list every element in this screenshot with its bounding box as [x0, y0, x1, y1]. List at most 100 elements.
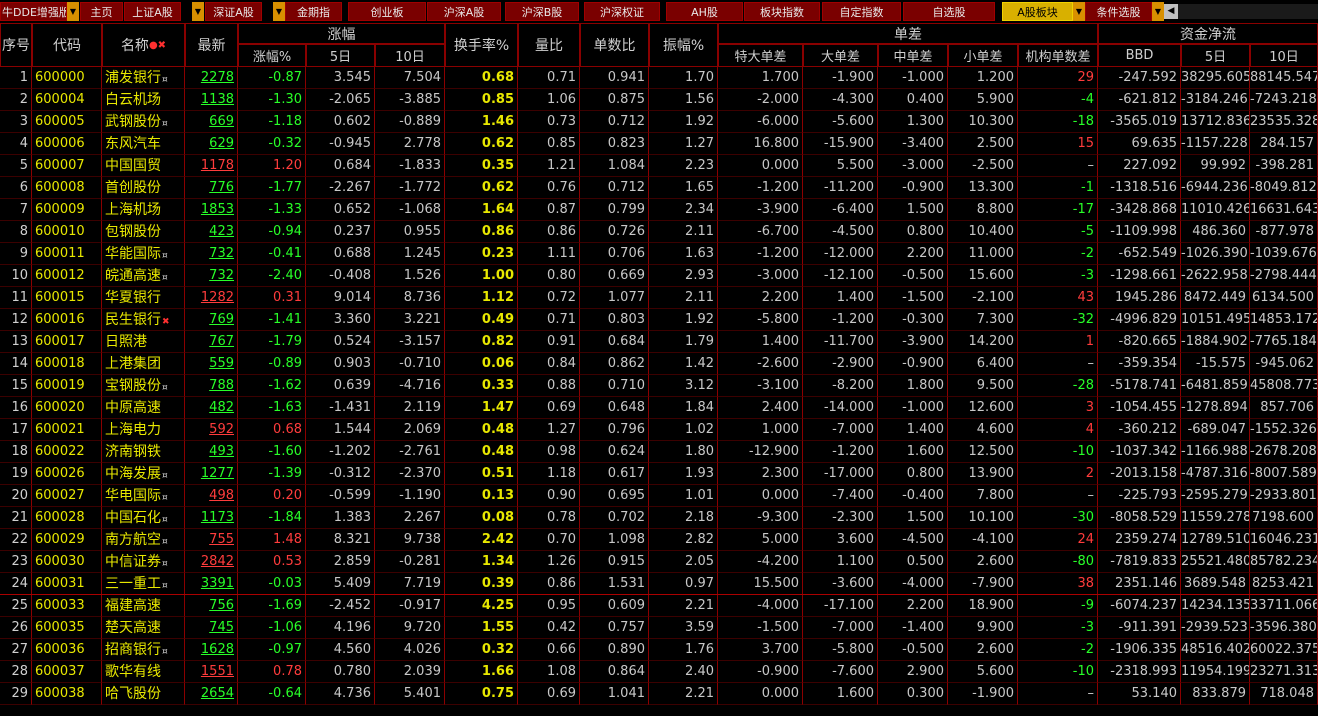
cell-inst: – — [1018, 683, 1098, 705]
table-row[interactable]: 8 600010 包钢股份 423 -0.94 0.237 0.955 0.86 0.86 0.7… — [0, 221, 1318, 243]
header-flow-5d[interactable]: 5日 — [1181, 44, 1250, 67]
stock-name: 招商银行¤ — [102, 639, 185, 661]
table-row[interactable]: 17 600021 上海电力 592 0.68 1.544 2.069 0.48 1.27 0.7… — [0, 419, 1318, 441]
header-code[interactable]: 代码 — [32, 23, 102, 67]
header-inst-diff[interactable]: 机构单数差 — [1018, 44, 1098, 67]
cell-turn: 1.47 — [445, 397, 518, 419]
tab-3[interactable]: 深证A股 — [205, 2, 262, 21]
tab-7[interactable]: 沪深B股 — [505, 2, 579, 21]
tab-scroll-track[interactable] — [1178, 4, 1318, 19]
table-row[interactable]: 20 600027 华电国际¤ 498 0.20 -0.599 -1.190 0.13 0.90… — [0, 485, 1318, 507]
header-small-diff[interactable]: 小单差 — [948, 44, 1018, 67]
tab-dropdown-icon[interactable]: ▼ — [192, 2, 204, 21]
table-row[interactable]: 28 600037 歌华有线 1551 0.78 0.780 2.039 1.66 1.08 0.… — [0, 661, 1318, 683]
cell-chg: 1.48 — [238, 529, 306, 551]
table-row[interactable]: 18 600022 济南钢铁 493 -1.60 -1.202 -2.761 0.48 0.98… — [0, 441, 1318, 463]
tab-4[interactable]: 金期指 — [285, 2, 342, 21]
table-row[interactable]: 14 600018 上港集团 559 -0.89 0.903 -0.710 0.06 0.84 0… — [0, 353, 1318, 375]
header-large-diff[interactable]: 大单差 — [803, 44, 878, 67]
header-xl-diff[interactable]: 特大单差 — [718, 44, 803, 67]
cell-d10: -1.833 — [375, 155, 445, 177]
cell-inst: -18 — [1018, 111, 1098, 133]
table-row[interactable]: 11 600015 华夏银行 1282 0.31 9.014 8.736 1.12 0.72 1.… — [0, 287, 1318, 309]
cell-xl: 1.700 — [718, 67, 803, 89]
cell-md: 1.500 — [878, 507, 948, 529]
sort-indicator-icon[interactable]: ●✖ — [149, 40, 166, 51]
header-chg-5d[interactable]: 5日 — [306, 44, 375, 67]
header-amplitude[interactable]: 振幅% — [649, 23, 718, 67]
table-row[interactable]: 29 600038 哈飞股份 2654 -0.64 4.736 5.401 0.75 0.69 1… — [0, 683, 1318, 705]
table-row[interactable]: 15 600019 宝钢股份¤ 788 -1.62 0.639 -4.716 0.33 0.88… — [0, 375, 1318, 397]
cell-md: 0.500 — [878, 551, 948, 573]
header-chg-10d[interactable]: 10日 — [375, 44, 445, 67]
stock-name: 上海机场 — [102, 199, 185, 221]
cell-amp: 1.63 — [649, 243, 718, 265]
cell-latest: 3391 — [185, 573, 238, 595]
tab-11[interactable]: 自定指数 — [822, 2, 901, 21]
tab-12[interactable]: 自选股 — [903, 2, 995, 21]
table-row[interactable]: 24 600031 三一重工¤ 3391 -0.03 5.409 7.719 0.39 0.86… — [0, 573, 1318, 595]
table-row[interactable]: 26 600035 楚天高速 745 -1.06 4.196 9.720 1.55 0.42 0.… — [0, 617, 1318, 639]
table-row[interactable]: 12 600016 民生银行✖ 769 -1.41 3.360 3.221 0.49 0.71 0… — [0, 309, 1318, 331]
cell-latest: 423 — [185, 221, 238, 243]
table-row[interactable]: 16 600020 中原高速 482 -1.63 -1.431 2.119 1.47 0.69 0… — [0, 397, 1318, 419]
table-row[interactable]: 10 600012 皖通高速¤ 732 -2.40 -0.408 1.526 1.00 0.80… — [0, 265, 1318, 287]
table-row[interactable]: 4 600006 东风汽车 629 -0.32 -0.945 2.778 0.62 0.85 0.… — [0, 133, 1318, 155]
cell-bbd: -1054.455 — [1098, 397, 1181, 419]
header-flow-group[interactable]: 资金净流 — [1098, 23, 1318, 44]
tab-1[interactable]: 主页 — [80, 2, 123, 21]
header-turnover[interactable]: 换手率% — [445, 23, 518, 67]
tab-8[interactable]: 沪深权证 — [584, 2, 660, 21]
table-row[interactable]: 22 600029 南方航空¤ 755 1.48 8.321 9.738 2.42 0.70 1.… — [0, 529, 1318, 551]
header-bbd[interactable]: BBD — [1098, 44, 1181, 67]
header-latest[interactable]: 最新 — [185, 23, 238, 67]
table-row[interactable]: 3 600005 武钢股份¤ 669 -1.18 0.602 -0.889 1.46 0.73 0… — [0, 111, 1318, 133]
tab-10[interactable]: 板块指数 — [744, 2, 820, 21]
cell-f5: -1157.228 — [1181, 133, 1250, 155]
tab-9[interactable]: AH股 — [666, 2, 743, 21]
header-vol-ratio[interactable]: 量比 — [518, 23, 580, 67]
table-row[interactable]: 19 600026 中海发展¤ 1277 -1.39 -0.312 -2.370 0.51 1.… — [0, 463, 1318, 485]
tab-0[interactable]: 牛DDE增强版 — [0, 2, 67, 21]
table-row[interactable]: 9 600011 华能国际¤ 732 -0.41 0.688 1.245 0.23 1.11 0.… — [0, 243, 1318, 265]
tab-dropdown-icon[interactable]: ▼ — [1152, 2, 1164, 21]
tab-6[interactable]: 沪深A股 — [427, 2, 501, 21]
header-diff-group[interactable]: 单差 — [718, 23, 1098, 44]
table-row[interactable]: 27 600036 招商银行¤ 1628 -0.97 4.560 4.026 0.32 0.66… — [0, 639, 1318, 661]
table-row[interactable]: 23 600030 中信证券¤ 2842 0.53 2.859 -0.281 1.34 1.26… — [0, 551, 1318, 573]
cell-code: 600021 — [32, 419, 102, 441]
cell-d10: 3.221 — [375, 309, 445, 331]
info-mark-icon: ¤ — [162, 581, 168, 591]
tab-5[interactable]: 创业板 — [348, 2, 426, 21]
tab-14[interactable]: 条件选股 — [1085, 2, 1152, 21]
table-row[interactable]: 1 600000 浦发银行¤ 2278 -0.87 3.545 7.504 0.68 0.71 0… — [0, 67, 1318, 89]
table-row[interactable]: 7 600009 上海机场 1853 -1.33 0.652 -1.068 1.64 0.87 0… — [0, 199, 1318, 221]
cell-tr: 0.864 — [580, 661, 649, 683]
header-seq[interactable]: 序号 — [0, 23, 32, 67]
cell-chg: -1.60 — [238, 441, 306, 463]
table-row[interactable]: 13 600017 日照港 767 -1.79 0.524 -3.157 0.82 0.91 0.… — [0, 331, 1318, 353]
cell-xl: 5.000 — [718, 529, 803, 551]
table-row[interactable]: 2 600004 白云机场 1138 -1.30 -2.065 -3.885 0.85 1.06… — [0, 89, 1318, 111]
cell-f10: 23535.328 — [1250, 111, 1318, 133]
cell-d10: 7.719 — [375, 573, 445, 595]
header-trade-ratio[interactable]: 单数比 — [580, 23, 649, 67]
cell-chg: -1.18 — [238, 111, 306, 133]
tab-13[interactable]: A股板块 — [1002, 2, 1073, 21]
header-flow-10d[interactable]: 10日 — [1250, 44, 1318, 67]
tab-dropdown-icon[interactable]: ▼ — [1073, 2, 1085, 21]
header-mid-diff[interactable]: 中单差 — [878, 44, 948, 67]
tab-dropdown-icon[interactable]: ▼ — [273, 2, 285, 21]
table-row[interactable]: 25 600033 福建高速 756 -1.69 -2.452 -0.917 4.25 0.95… — [0, 595, 1318, 617]
header-name[interactable]: 名称 ●✖ — [102, 23, 185, 67]
cell-latest: 732 — [185, 243, 238, 265]
header-change-group[interactable]: 涨幅 — [238, 23, 445, 44]
header-chg-pct[interactable]: 涨幅% — [238, 44, 306, 67]
tab-2[interactable]: 上证A股 — [124, 2, 181, 21]
table-row[interactable]: 6 600008 首创股份 776 -1.77 -2.267 -1.772 0.62 0.76 0… — [0, 177, 1318, 199]
table-row[interactable]: 21 600028 中国石化¤ 1173 -1.84 1.383 2.267 0.08 0.78… — [0, 507, 1318, 529]
scroll-left-icon[interactable]: ◀ — [1164, 4, 1178, 19]
tab-dropdown-icon[interactable]: ▼ — [67, 2, 79, 21]
table-row[interactable]: 5 600007 中国国贸 1178 1.20 0.684 -1.833 0.35 1.21 1.… — [0, 155, 1318, 177]
cell-seq: 17 — [0, 419, 32, 441]
